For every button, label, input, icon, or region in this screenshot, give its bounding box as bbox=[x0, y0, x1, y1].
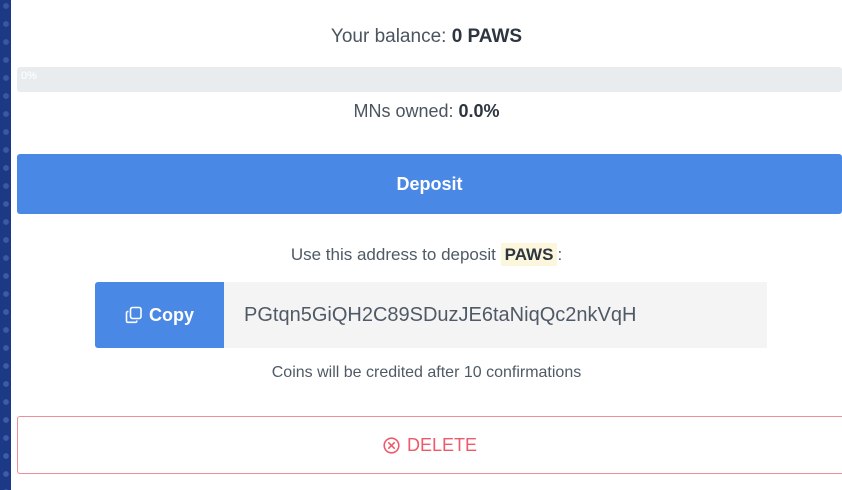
deposit-address-field[interactable]: PGtqn5GiQH2C89SDuzJE6taNiqQc2nkVqH bbox=[224, 282, 767, 348]
confirmations-note: Coins will be credited after 10 confirma… bbox=[271, 364, 582, 381]
copy-button[interactable]: Copy bbox=[95, 282, 224, 348]
delete-label: DELETE bbox=[406, 434, 478, 455]
masternodes-line: MNs owned: 0.0% bbox=[11, 101, 842, 122]
deposit-button[interactable]: Deposit bbox=[17, 154, 842, 214]
delete-button[interactable]: DELETE bbox=[17, 416, 842, 474]
instruction-suffix: : bbox=[557, 245, 563, 264]
wallet-card: Your balance: 0 PAWS 0% MNs owned: 0.0% … bbox=[11, 0, 842, 490]
masternodes-label: MNs owned: bbox=[353, 101, 454, 121]
progress-text: 0% bbox=[21, 70, 37, 82]
deposit-instruction: Use this address to deposit PAWS: bbox=[11, 243, 842, 266]
balance-value: 0 PAWS bbox=[451, 26, 523, 47]
balance-line: Your balance: 0 PAWS bbox=[11, 26, 842, 48]
copy-icon bbox=[125, 306, 143, 324]
instruction-text: Use this address to deposit bbox=[290, 245, 496, 264]
coin-highlight: PAWS bbox=[500, 243, 558, 266]
masternode-progress-bar: 0% bbox=[17, 67, 842, 92]
address-copy-group: Copy PGtqn5GiQH2C89SDuzJE6taNiqQc2nkVqH bbox=[95, 282, 767, 348]
circle-x-icon bbox=[383, 436, 400, 454]
masternodes-value: 0.0% bbox=[458, 101, 500, 121]
balance-label: Your balance: bbox=[330, 26, 447, 47]
copy-label: Copy bbox=[149, 304, 194, 325]
